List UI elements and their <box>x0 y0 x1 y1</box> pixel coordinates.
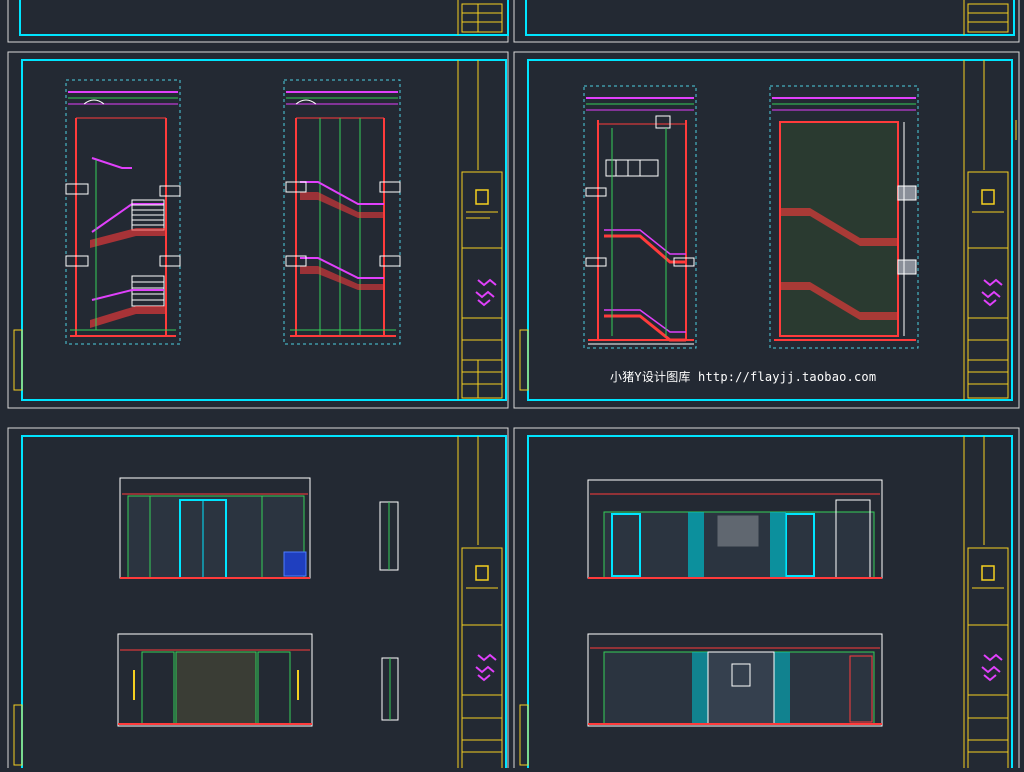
sheet-stair-b <box>513 51 1020 409</box>
stair-section-1 <box>65 79 181 345</box>
sheet-stair-a <box>7 51 509 409</box>
elevation-b-bottom <box>587 633 883 727</box>
sheet-top-right <box>513 0 1020 43</box>
elevation-a-bottom <box>117 633 399 727</box>
stair-section-2 <box>283 79 401 345</box>
elevation-b-top <box>587 479 883 579</box>
stair-section-3 <box>583 85 697 349</box>
cad-canvas: 小猪Y设计图库 http://flayjj.taobao.com <box>0 0 1024 772</box>
site-caption: 小猪Y设计图库 http://flayjj.taobao.com <box>610 370 877 384</box>
stair-section-4 <box>769 85 919 349</box>
elevation-a-top <box>119 477 399 579</box>
sheet-top-left <box>7 0 509 43</box>
